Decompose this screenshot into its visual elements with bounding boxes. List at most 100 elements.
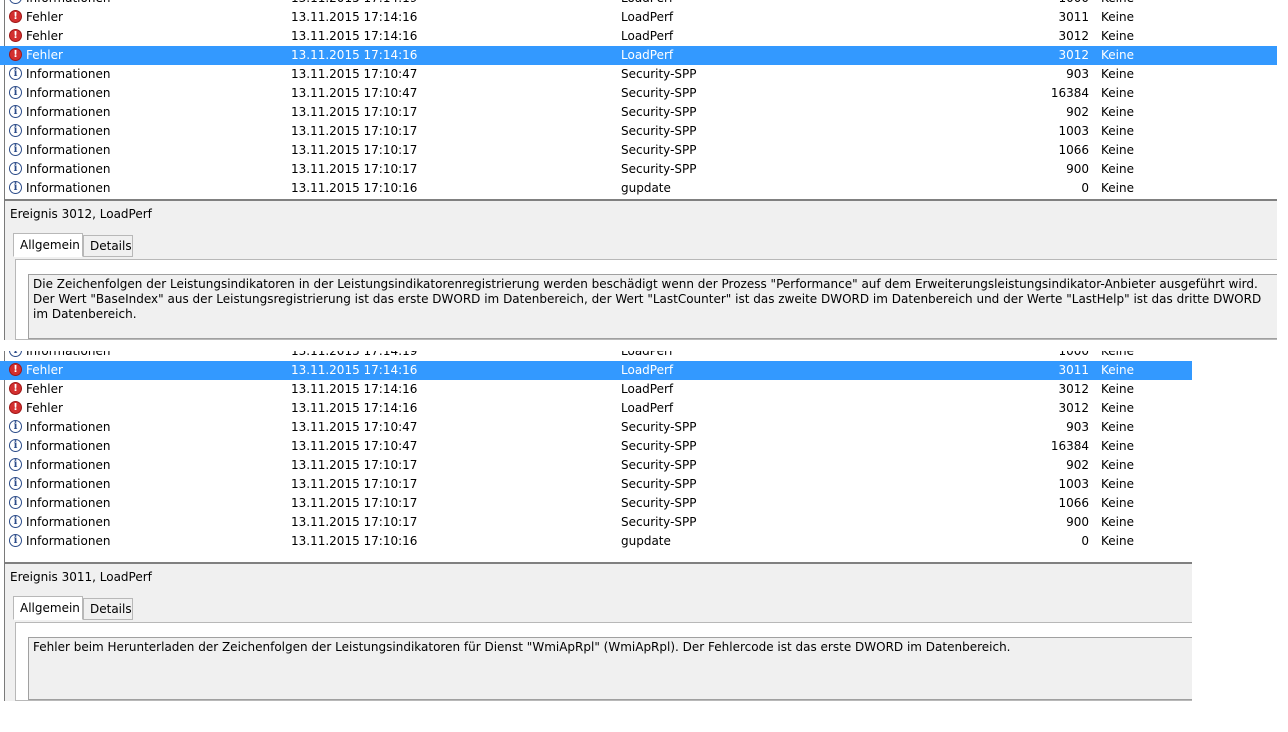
table-row[interactable]: i Informationen 13.11.2015 17:10:16 gupdate… (0, 179, 1277, 198)
table-row[interactable]: i Informationen 13.11.2015 17:10:17 Securit… (0, 494, 1192, 513)
tab-details[interactable]: Details (83, 235, 133, 257)
event-id-cell: 1003 (1058, 124, 1089, 138)
task-category-cell: Keine (1101, 458, 1134, 472)
table-row[interactable]: i Informationen 13.11.2015 17:10:17 Securit… (0, 160, 1277, 179)
table-row[interactable]: i Informationen 13.11.2015 17:10:47 Securit… (0, 437, 1192, 456)
event-id-cell: 1066 (1058, 143, 1089, 157)
task-category-cell: Keine (1101, 105, 1134, 119)
info-icon: i (9, 143, 22, 156)
level-cell: Informationen (26, 0, 110, 8)
level-cell: Fehler (26, 29, 63, 43)
details-area: Allgemein Details Die Zeichenfolgen der … (5, 229, 1277, 340)
event-viewer-panel-2: i Informationen 13.11.2015 17:14:19 LoadPer… (0, 351, 1192, 701)
date-cell: 13.11.2015 17:10:17 (291, 162, 418, 176)
date-cell: 13.11.2015 17:10:17 (291, 105, 418, 119)
info-icon: i (9, 420, 22, 433)
task-category-cell: Keine (1101, 86, 1134, 100)
source-cell: Security-SPP (621, 67, 697, 81)
event-list: i Informationen 13.11.2015 17:14:19 LoadPer… (0, 0, 1277, 199)
date-cell: 13.11.2015 17:10:17 (291, 496, 418, 510)
tab-general[interactable]: Allgemein (13, 596, 83, 620)
level-cell: Informationen (26, 124, 111, 138)
level-cell: Informationen (26, 458, 111, 472)
task-category-cell: Keine (1101, 420, 1134, 434)
source-cell: Security-SPP (621, 439, 697, 453)
details-area: Allgemein Details Fehler beim Herunterla… (5, 592, 1192, 701)
table-row[interactable]: i Informationen 13.11.2015 17:10:17 Securit… (0, 122, 1277, 141)
source-cell: LoadPerf (621, 29, 674, 43)
event-id-cell: 0 (1081, 534, 1089, 548)
table-row[interactable]: ! Fehler 13.11.2015 17:14:16 LoadPerf 3012 Ke… (0, 27, 1277, 46)
error-icon: ! (9, 10, 22, 23)
error-icon: ! (9, 401, 22, 414)
event-id-cell: 16384 (1050, 86, 1089, 100)
event-id-cell: 903 (1066, 67, 1089, 81)
task-category-cell: Keine (1101, 29, 1134, 43)
date-cell: 13.11.2015 17:10:16 (291, 181, 418, 195)
table-row[interactable]: i Informationen 13.11.2015 17:10:17 Securit… (0, 475, 1192, 494)
task-category-cell: Keine (1101, 363, 1134, 377)
table-row[interactable]: i Informationen 13.11.2015 17:10:17 Securit… (0, 456, 1192, 475)
table-row[interactable]: ! Fehler 13.11.2015 17:14:16 LoadPerf 3012 Ke… (0, 380, 1192, 399)
source-cell: LoadPerf (621, 401, 674, 415)
table-row[interactable]: ! Fehler 13.11.2015 17:14:16 LoadPerf 3011 Ke… (0, 361, 1192, 380)
table-row[interactable]: ! Fehler 13.11.2015 17:14:16 LoadPerf 3012 Ke… (0, 46, 1277, 65)
event-title: Ereignis 3011, LoadPerf (10, 570, 152, 584)
table-row[interactable]: i Informationen 13.11.2015 17:10:17 Securit… (0, 103, 1277, 122)
info-icon: i (9, 86, 22, 99)
table-row[interactable]: i Informationen 13.11.2015 17:14:19 LoadPer… (0, 0, 1277, 8)
level-cell: Informationen (26, 67, 111, 81)
info-icon: i (9, 0, 22, 4)
info-icon: i (9, 162, 22, 175)
level-cell: Informationen (26, 534, 111, 548)
table-row[interactable]: i Informationen 13.11.2015 17:10:17 Securit… (0, 513, 1192, 532)
level-cell: Informationen (26, 477, 111, 491)
table-row[interactable]: ! Fehler 13.11.2015 17:14:16 LoadPerf 3011 Ke… (0, 8, 1277, 27)
date-cell: 13.11.2015 17:10:47 (291, 420, 418, 434)
table-row[interactable]: i Informationen 13.11.2015 17:10:47 Securit… (0, 84, 1277, 103)
source-cell: Security-SPP (621, 420, 697, 434)
level-cell: Informationen (26, 86, 111, 100)
level-cell: Informationen (26, 439, 111, 453)
table-row[interactable]: i Informationen 13.11.2015 17:10:17 Securit… (0, 141, 1277, 160)
source-cell: Security-SPP (621, 515, 697, 529)
source-cell: Security-SPP (621, 458, 697, 472)
table-row[interactable]: ! Fehler 13.11.2015 17:14:16 LoadPerf 3012 Ke… (0, 399, 1192, 418)
tab-content: Fehler beim Herunterladen der Zeichenfol… (15, 622, 1192, 701)
event-id-cell: 903 (1066, 420, 1089, 434)
source-cell: Security-SPP (621, 496, 697, 510)
date-cell: 13.11.2015 17:14:16 (291, 10, 418, 24)
info-icon: i (9, 515, 22, 528)
event-id-cell: 16384 (1050, 439, 1089, 453)
date-cell: 13.11.2015 17:10:17 (291, 477, 418, 491)
table-row[interactable]: i Informationen 13.11.2015 17:10:47 Securit… (0, 65, 1277, 84)
date-cell: 13.11.2015 17:10:47 (291, 439, 418, 453)
level-cell: Fehler (26, 10, 63, 24)
info-icon: i (9, 124, 22, 137)
source-cell: LoadPerf (621, 10, 674, 24)
event-description: Fehler beim Herunterladen der Zeichenfol… (28, 637, 1192, 700)
event-header: Ereignis 3011, LoadPerf (5, 562, 1192, 594)
tab-details[interactable]: Details (83, 598, 133, 620)
task-category-cell: Keine (1101, 162, 1134, 176)
info-icon: i (9, 351, 22, 357)
source-cell: Security-SPP (621, 143, 697, 157)
event-id-cell: 1003 (1058, 477, 1089, 491)
date-cell: 13.11.2015 17:10:47 (291, 67, 418, 81)
table-row[interactable]: i Informationen 13.11.2015 17:14:19 LoadPer… (0, 351, 1192, 361)
date-cell: 13.11.2015 17:10:47 (291, 86, 418, 100)
task-category-cell: Keine (1101, 181, 1134, 195)
table-row[interactable]: i Informationen 13.11.2015 17:10:16 gupdate… (0, 532, 1192, 551)
level-cell: Fehler (26, 401, 63, 415)
error-icon: ! (9, 363, 22, 376)
table-row[interactable]: i Informationen 13.11.2015 17:10:47 Securit… (0, 418, 1192, 437)
event-title: Ereignis 3012, LoadPerf (10, 207, 152, 221)
level-cell: Informationen (26, 515, 111, 529)
task-category-cell: Keine (1101, 401, 1134, 415)
event-id-cell: 3012 (1058, 48, 1089, 62)
error-icon: ! (9, 29, 22, 42)
date-cell: 13.11.2015 17:14:16 (291, 48, 418, 62)
tab-general[interactable]: Allgemein (13, 233, 83, 257)
event-id-cell: 3011 (1058, 363, 1089, 377)
info-icon: i (9, 67, 22, 80)
